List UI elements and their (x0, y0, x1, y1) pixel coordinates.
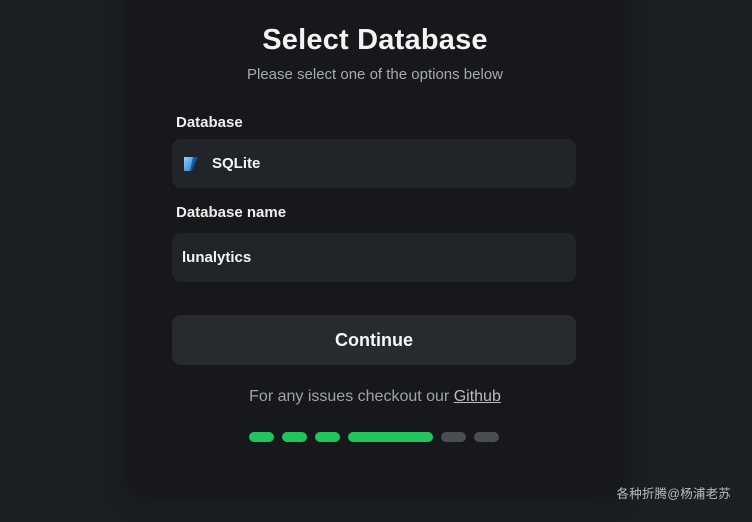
help-text-prefix: For any issues checkout our (249, 388, 454, 405)
database-name-label: Database name (176, 204, 287, 221)
progress-steps (249, 432, 499, 442)
progress-step-4-current (348, 432, 433, 442)
sqlite-icon (184, 156, 198, 171)
progress-step-5 (441, 432, 466, 442)
page-subtitle: Please select one of the options below (246, 66, 503, 83)
database-name-value: lunalytics (182, 249, 252, 266)
database-name-input[interactable]: lunalytics (172, 233, 576, 282)
database-select-value: SQLite (212, 155, 261, 172)
progress-step-3 (315, 432, 340, 442)
database-label: Database (176, 114, 243, 131)
page-title: Select Database (262, 24, 488, 56)
setup-card: Select Database Please select one of the… (126, 0, 624, 490)
progress-step-1 (249, 432, 274, 442)
continue-button[interactable]: Continue (172, 315, 576, 365)
help-text: For any issues checkout our Github (126, 388, 624, 406)
watermark: 各种折腾@杨浦老苏 (616, 487, 731, 501)
progress-step-6 (474, 432, 499, 442)
github-link[interactable]: Github (454, 388, 501, 405)
progress-step-2 (282, 432, 307, 442)
database-select[interactable]: SQLite (172, 139, 576, 188)
